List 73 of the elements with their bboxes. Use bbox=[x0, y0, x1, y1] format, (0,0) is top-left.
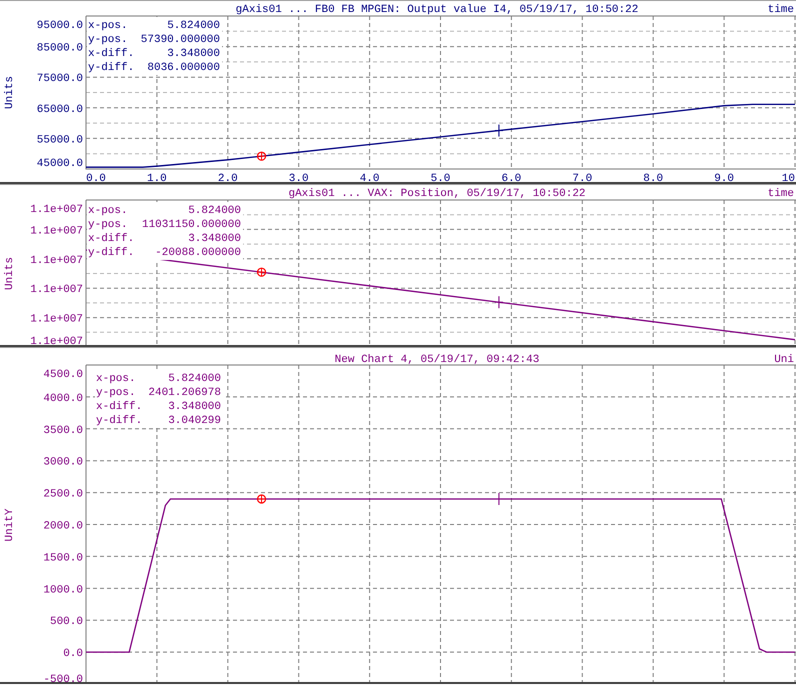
y-tick-label: 75000.0 bbox=[36, 73, 83, 86]
axis-unit-label: Uni bbox=[774, 354, 794, 366]
y-tick-label: 1.1e+007 bbox=[30, 204, 83, 216]
readout-value: 3.348000 bbox=[188, 233, 241, 245]
x-tick-label: 3.0 bbox=[288, 173, 309, 182]
readout-label: y-diff. bbox=[88, 62, 134, 74]
y-tick-label: 1.1e+007 bbox=[30, 225, 83, 238]
x-tick-label: 8.0 bbox=[643, 173, 664, 182]
y-tick-label: 2500.0 bbox=[43, 488, 83, 501]
readout-label: x-diff. bbox=[96, 401, 142, 413]
axis-unit-label: time bbox=[768, 4, 794, 16]
y-tick-label: 55000.0 bbox=[36, 134, 83, 146]
readout-value: 5.824000 bbox=[167, 20, 220, 32]
y-tick-label: 1.1e+007 bbox=[30, 284, 83, 296]
x-tick-label: 5.0 bbox=[430, 173, 450, 182]
crosshair-cursor[interactable] bbox=[494, 492, 504, 506]
y-tick-label: 1.1e+007 bbox=[30, 254, 83, 267]
y-tick-label: 95000.0 bbox=[36, 20, 83, 32]
readout-label: y-diff. bbox=[88, 247, 134, 259]
readout-label: y-diff. bbox=[96, 415, 142, 427]
x-tick-label: 4.0 bbox=[360, 173, 380, 182]
readout-label: x-pos. bbox=[96, 373, 136, 385]
x-tick-label: 1.0 bbox=[147, 173, 167, 182]
readout-value: 3.348000 bbox=[167, 48, 220, 60]
cursor-marker[interactable] bbox=[256, 494, 266, 504]
y-tick-label: 4000.0 bbox=[43, 392, 83, 405]
y-axis-title: Units bbox=[4, 76, 16, 109]
x-tick-label: 7.0 bbox=[572, 173, 592, 182]
y-tick-label: 3000.0 bbox=[43, 456, 83, 469]
readout-value: 8036.000000 bbox=[147, 62, 220, 74]
readout-label: x-pos. bbox=[88, 205, 128, 217]
y-tick-label: 45000.0 bbox=[36, 158, 83, 170]
readout-value: 5.824000 bbox=[188, 205, 241, 217]
readout-value: 3.040299 bbox=[168, 415, 221, 427]
x-tick-label: 6.0 bbox=[502, 173, 522, 182]
y-tick-label: 65000.0 bbox=[36, 104, 83, 116]
readout-label: y-pos. bbox=[88, 219, 128, 231]
readout-label: y-pos. bbox=[88, 34, 128, 46]
y-tick-label: 85000.0 bbox=[36, 42, 83, 55]
y-tick-label: 1.1e+007 bbox=[30, 336, 83, 345]
axis-unit-label: time bbox=[768, 188, 794, 200]
y-tick-label: 0.0 bbox=[63, 648, 83, 660]
crosshair-cursor[interactable] bbox=[494, 296, 504, 309]
x-tick-label: 9.0 bbox=[714, 173, 734, 182]
y-axis-title: Units bbox=[4, 257, 16, 290]
y-tick-label: 500.0 bbox=[50, 616, 83, 628]
y-tick-label: -500.0 bbox=[43, 674, 83, 682]
readout-value: 5.824000 bbox=[168, 373, 221, 385]
readout-label: x-pos. bbox=[88, 20, 128, 32]
readout-value: -20088.000000 bbox=[155, 247, 241, 259]
crosshair-cursor[interactable] bbox=[494, 124, 504, 138]
chart-title: New Chart 4, 05/19/17, 09:42:43 bbox=[334, 354, 540, 366]
cursor-marker[interactable] bbox=[256, 152, 266, 161]
y-tick-label: 1500.0 bbox=[43, 552, 83, 564]
readout-label: y-pos. bbox=[96, 387, 136, 399]
y-tick-label: 1000.0 bbox=[43, 584, 83, 596]
readout-label: x-diff. bbox=[88, 233, 134, 245]
y-tick-label: 2000.0 bbox=[43, 520, 83, 533]
readout-label: x-diff. bbox=[88, 48, 134, 60]
y-tick-label: 3500.0 bbox=[43, 424, 83, 437]
x-tick-label: 2.0 bbox=[218, 173, 238, 182]
cursor-marker[interactable] bbox=[256, 268, 266, 277]
readout-value: 11031150.000000 bbox=[142, 219, 241, 231]
y-tick-label: 4500.0 bbox=[43, 369, 83, 381]
readout-value: 3.348000 bbox=[168, 401, 221, 413]
chart-title: gAxis01 ... FB0 FB MPGEN: Output value I4, 05/19/17, 10:50:22 bbox=[236, 4, 638, 16]
x-tick-label: 10 bbox=[782, 173, 795, 182]
x-tick-label: 0.0 bbox=[86, 173, 106, 182]
readout-value: 57390.000000 bbox=[140, 34, 220, 46]
readout-value: 2401.206978 bbox=[148, 387, 221, 399]
y-tick-label: 1.1e+007 bbox=[30, 314, 83, 326]
chart-title: gAxis01 ... VAX: Position, 05/19/17, 10:50:22 bbox=[288, 188, 586, 200]
y-axis-title: UnitY bbox=[4, 508, 16, 542]
